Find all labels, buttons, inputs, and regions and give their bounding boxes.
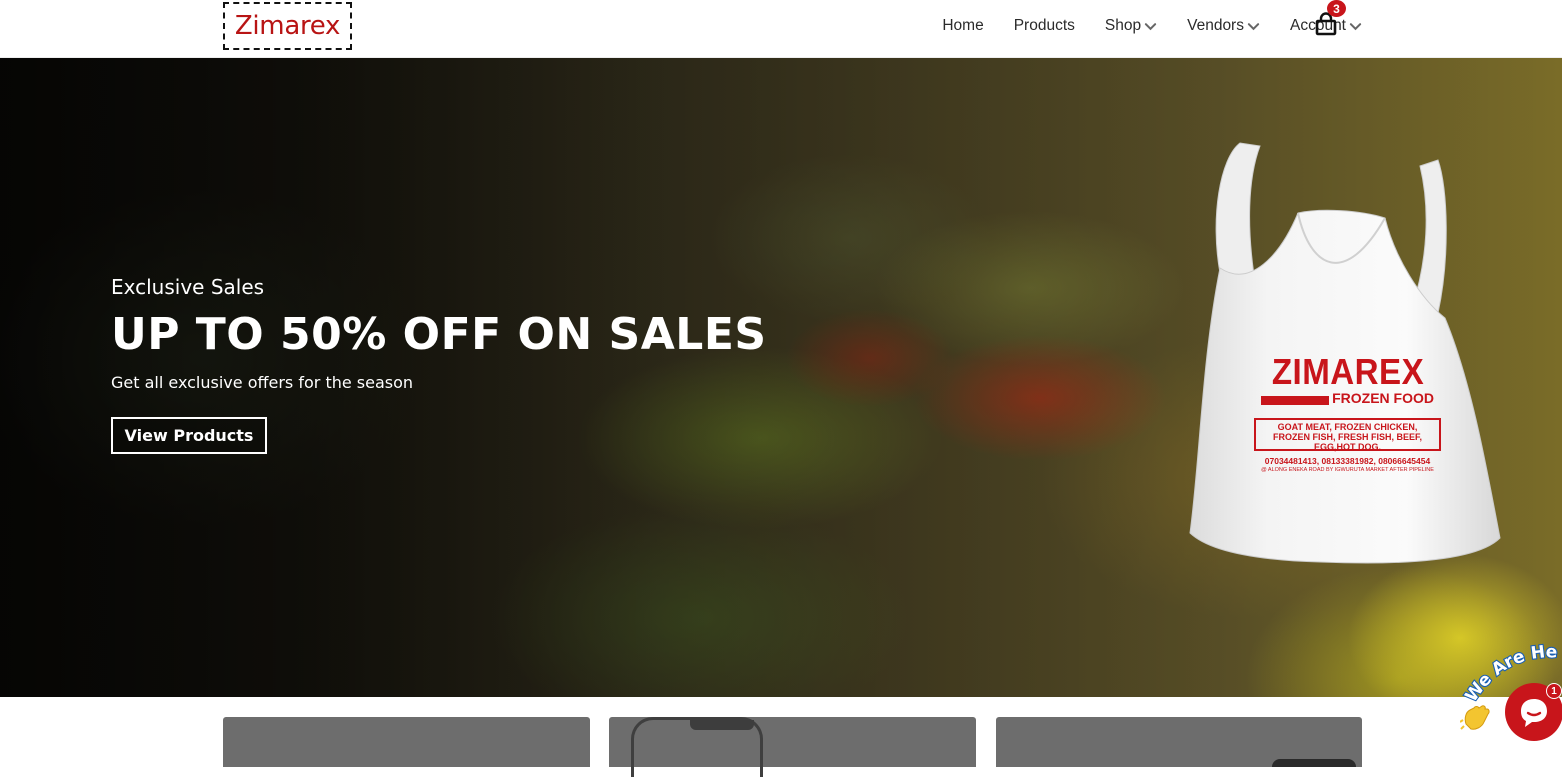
main-nav: Home Products Shop Vendors Account (942, 0, 1362, 52)
nav-shop-dropdown[interactable]: Shop (1105, 17, 1157, 35)
card-image-edge (1272, 759, 1356, 767)
chevron-down-icon (1247, 22, 1260, 30)
bag-brand-text: ZIMAREX FROZEN FOOD (1258, 351, 1438, 407)
nav-vendors-dropdown[interactable]: Vendors (1187, 17, 1260, 35)
waving-hand-icon (1460, 705, 1490, 730)
nav-products-link[interactable]: Products (1014, 17, 1075, 35)
category-card[interactable] (609, 717, 976, 777)
phone-notch (690, 720, 754, 730)
phone-outline-image (631, 717, 763, 777)
bag-brand-name: ZIMAREX (1271, 351, 1425, 392)
bag-items-box: GOAT MEAT, FROZEN CHICKEN, FROZEN FISH, … (1254, 418, 1441, 452)
chat-notification-badge: 1 (1546, 683, 1562, 699)
view-products-button[interactable]: View Products (111, 417, 267, 454)
bag-items-line: EGG,HOT DOG. (1313, 442, 1381, 452)
cart-count-badge: 3 (1327, 0, 1346, 17)
brand-logo[interactable]: Zimarex (223, 2, 352, 50)
bag-items-line: GOAT MEAT, FROZEN CHICKEN, (1277, 422, 1418, 432)
category-cards (0, 697, 1562, 777)
brand-logo-text: Zimarex (234, 11, 341, 41)
category-card[interactable] (223, 717, 590, 767)
chevron-down-icon (1144, 22, 1157, 30)
hero-eyebrow: Exclusive Sales (111, 275, 265, 299)
top-navbar: Zimarex Home Products Shop Vendors Accou… (0, 0, 1562, 58)
nav-products-label: Products (1013, 17, 1075, 34)
bag-phones: 07034481413, 08133381982, 08066645454 (1264, 456, 1431, 466)
nav-home-link[interactable]: Home (942, 17, 983, 35)
nav-home-label: Home (942, 17, 984, 34)
bag-items-line: FROZEN FISH, FRESH FISH, BEEF, (1272, 432, 1422, 442)
nav-vendors-label: Vendors (1187, 17, 1244, 34)
chat-bubble-icon (1521, 699, 1547, 727)
hero-subline: Get all exclusive offers for the season (111, 373, 414, 392)
hero-headline: UP TO 50% OFF ON SALES (111, 309, 767, 360)
nav-shop-label: Shop (1104, 17, 1142, 34)
chevron-down-icon (1349, 22, 1362, 30)
bag-address: @ ALONG ENEKA ROAD BY IGWURUTA MARKET AF… (1261, 467, 1434, 473)
category-card[interactable] (996, 717, 1362, 767)
bag-tagline: FROZEN FOOD (1332, 390, 1434, 406)
